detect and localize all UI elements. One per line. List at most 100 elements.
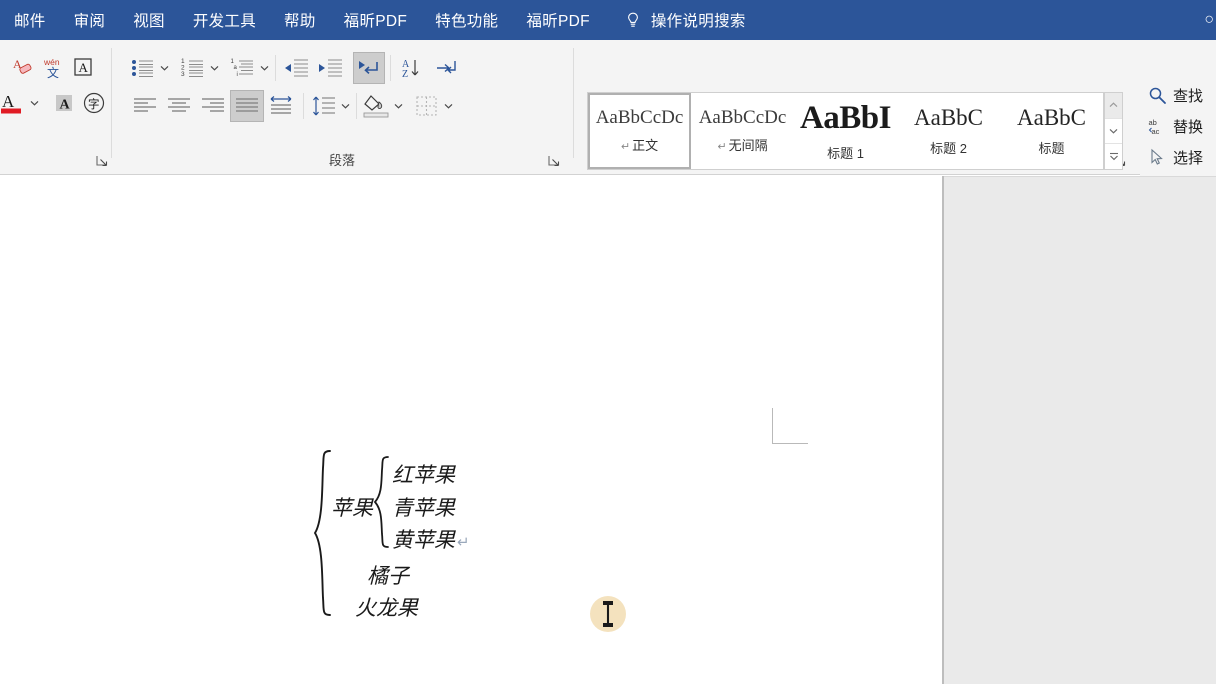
account-icon[interactable]: ○: [1204, 11, 1214, 29]
divider: [275, 55, 276, 81]
select-pointer-icon: [1151, 148, 1163, 165]
style-preview: AaBbC: [914, 105, 983, 131]
svg-text:A: A: [2, 92, 15, 111]
align-center-button[interactable]: [162, 91, 196, 121]
find-label: 查找: [1173, 88, 1204, 105]
paragraph-dialog-launcher[interactable]: [547, 154, 560, 167]
multilevel-list-button[interactable]: 1 a i: [228, 53, 258, 83]
phonetic-guide-button[interactable]: wén 文: [38, 52, 68, 82]
select-button[interactable]: 选择: [1140, 142, 1216, 173]
align-left-button[interactable]: [128, 91, 162, 121]
font-dialog-launcher[interactable]: [95, 154, 108, 167]
ribbon-tab-foxit-pdf-2[interactable]: 福昕PDF: [512, 0, 604, 40]
decrease-indent-button[interactable]: [281, 53, 311, 83]
ribbon-tab-review[interactable]: 审阅: [60, 0, 120, 40]
document-area[interactable]: 苹果 红苹果 青苹果 黄苹果↵ 橘子 火龙果 du: [0, 176, 1216, 684]
numbering-button[interactable]: 1 2 3: [178, 53, 208, 83]
replace-button[interactable]: ab ac 替换: [1140, 111, 1216, 142]
justify-icon: [236, 98, 258, 112]
bullets-button[interactable]: [128, 53, 158, 83]
style-item-normal[interactable]: AaBbCcDc ↵ 正文: [588, 93, 691, 169]
tell-me-search[interactable]: 操作说明搜索: [604, 0, 760, 40]
style-label: 标题: [1038, 140, 1065, 156]
find-button[interactable]: 查找: [1140, 80, 1216, 111]
distribute-button[interactable]: [264, 91, 298, 121]
page-margin-corner-mark: [772, 408, 808, 444]
font-group-row-2: A A 字: [0, 88, 109, 118]
ribbon-tab-mailings[interactable]: 邮件: [0, 0, 60, 40]
text-highlight-color-button[interactable]: A: [0, 88, 28, 118]
search-icon: [1149, 87, 1166, 104]
highlight-color-icon: A: [1, 92, 21, 114]
shading-button[interactable]: [362, 91, 392, 121]
shading-dropdown[interactable]: [392, 91, 404, 121]
style-preview: AaBbCcDc: [595, 106, 684, 128]
multilevel-list-dropdown[interactable]: [258, 53, 270, 83]
clear-formatting-icon: A: [13, 57, 32, 74]
svg-text:a: a: [234, 65, 238, 71]
align-center-icon: [168, 98, 190, 112]
diagram-item-dragonfruit: 火龙果: [355, 596, 418, 620]
ribbon-tab-help[interactable]: 帮助: [270, 0, 330, 40]
sort-button[interactable]: A Z: [396, 53, 426, 83]
borders-button[interactable]: [412, 91, 442, 121]
i-beam-cursor: [603, 601, 613, 627]
clear-formatting-button[interactable]: A: [8, 52, 38, 82]
ribbon-tab-featured[interactable]: 特色功能: [421, 0, 512, 40]
character-border-icon: A: [74, 58, 92, 76]
show-paragraph-marks-button[interactable]: [353, 52, 385, 84]
ribbon-tab-view[interactable]: 视图: [119, 0, 179, 40]
ribbon-tab-developer[interactable]: 开发工具: [179, 0, 270, 40]
style-item-heading-2[interactable]: AaBbC 标题 2: [897, 93, 1000, 169]
replace-label: 替换: [1173, 119, 1204, 136]
distribute-icon: [270, 96, 292, 114]
styles-scroll-down-button[interactable]: [1105, 118, 1122, 145]
decrease-indent-icon: [285, 59, 308, 77]
style-label: ↵ 无间隔: [717, 138, 768, 154]
enclose-characters-icon: 字: [83, 92, 105, 114]
divider: [356, 93, 357, 119]
styles-more-button[interactable]: [1105, 144, 1122, 170]
svg-text:ac: ac: [1152, 127, 1160, 136]
pilcrow-icon: [359, 61, 378, 74]
bullets-dropdown[interactable]: [158, 53, 170, 83]
highlight-color-dropdown[interactable]: [28, 88, 40, 118]
menubar-right-region: ○: [1204, 0, 1216, 40]
tab-label: 帮助: [284, 13, 316, 30]
line-spacing-button[interactable]: [309, 91, 339, 121]
tab-label: 视图: [133, 13, 165, 30]
line-spacing-dropdown[interactable]: [339, 91, 351, 121]
styles-gallery-scrollbar: [1104, 92, 1123, 170]
paragraph-group-label: 段落: [328, 153, 355, 168]
paragraph-mark-icon: ↵: [717, 141, 727, 154]
phonetic-guide-icon: wén 文: [43, 57, 60, 80]
diagram-item-apple: 苹果: [331, 496, 373, 520]
style-preview: AaBbI: [799, 99, 892, 136]
style-item-heading-1[interactable]: AaBbI 标题 1: [794, 93, 897, 169]
diagram-item-yellow-apple: 黄苹果 ↵: [392, 528, 470, 552]
character-shading-button[interactable]: A: [49, 88, 79, 118]
style-preview: AaBbCcDc: [698, 106, 787, 128]
borders-icon: [416, 96, 437, 116]
increase-indent-icon: [319, 59, 342, 77]
justify-button[interactable]: [230, 90, 264, 122]
tell-me-label: 操作说明搜索: [650, 13, 746, 30]
borders-dropdown[interactable]: [442, 91, 454, 121]
show-hide-marks-button[interactable]: [432, 53, 462, 83]
word-application-window: 邮件 审阅 视图 开发工具 帮助 福昕PDF 特色功能 福昕PDF 操作说明搜索…: [0, 0, 1216, 684]
style-label: 标题 1: [827, 146, 864, 162]
style-preview: AaBbC: [1017, 105, 1086, 131]
enclose-characters-button[interactable]: 字: [79, 88, 109, 118]
paragraph-group-row-1: 1 2 3 1 a i A Z: [128, 52, 462, 84]
ribbon-toolbar: A wén 文 A A A 字 1 2 3 1 a i A Z 段落 AaBbC…: [0, 40, 1216, 215]
tab-label: 审阅: [73, 13, 106, 30]
style-item-title[interactable]: AaBbC 标题: [1000, 93, 1103, 169]
ribbon-tab-foxit-pdf-1[interactable]: 福昕PDF: [330, 0, 422, 40]
increase-indent-button[interactable]: [315, 53, 345, 83]
sort-az-icon: A Z: [402, 59, 419, 80]
align-right-button[interactable]: [196, 91, 230, 121]
style-item-no-spacing[interactable]: AaBbCcDc ↵ 无间隔: [691, 93, 794, 169]
styles-scroll-up-button[interactable]: [1105, 93, 1122, 119]
numbering-dropdown[interactable]: [208, 53, 220, 83]
character-border-button[interactable]: A: [68, 52, 98, 82]
